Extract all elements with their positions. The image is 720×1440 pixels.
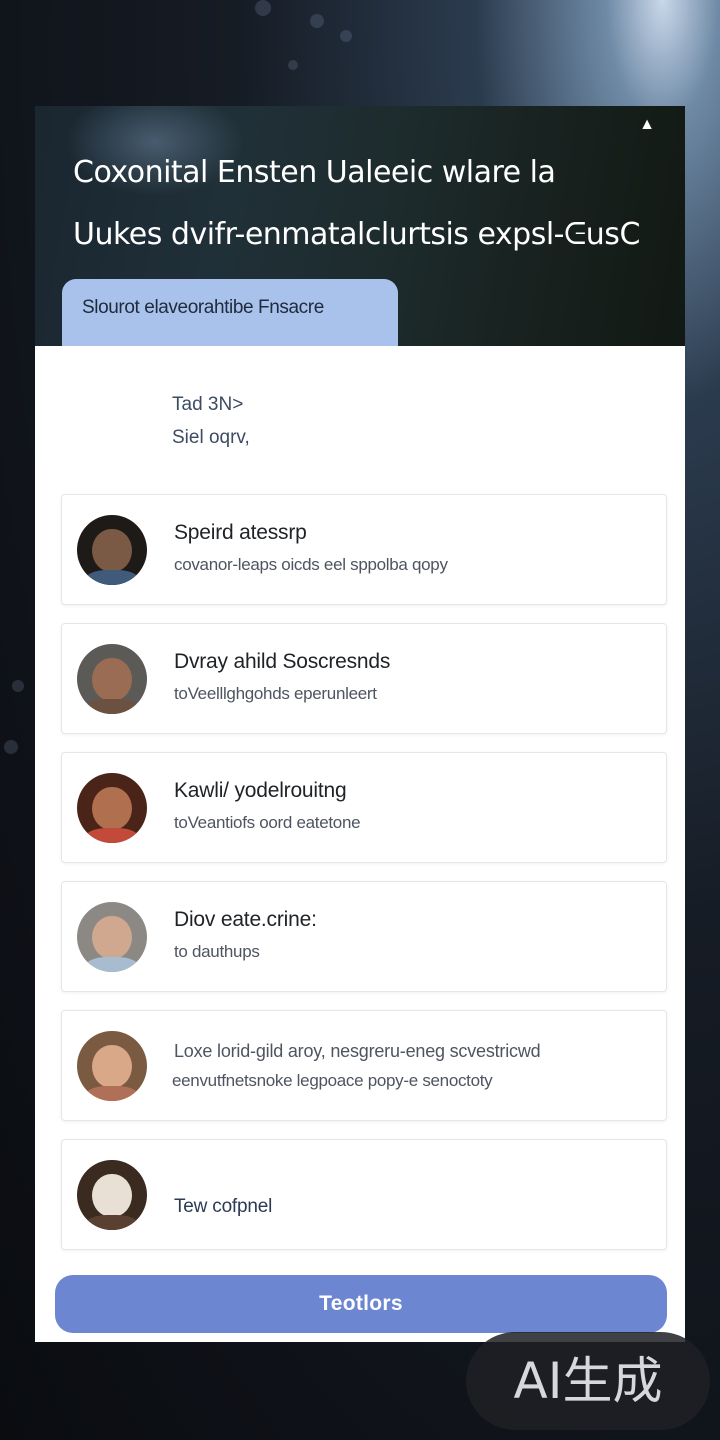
- hero-title: Coxonital Ensten Ualeeic wlare la Uukes …: [73, 142, 663, 266]
- hero-title-line2: Uukes dvifr-enmatalclurtsis expsl-ᕮusC: [73, 217, 640, 252]
- list-item[interactable]: Kawli/ yodelrouitng toVeantiofs oord eat…: [61, 752, 667, 863]
- list-item-subtitle: toVeelllghgohds eperunleert: [174, 684, 377, 703]
- background-bokeh: [340, 30, 352, 42]
- avatar-shirt: [84, 698, 140, 714]
- avatar: [77, 644, 147, 714]
- list-item-title: Speird atessrp: [174, 521, 307, 544]
- list-item-title: Dvray ahild Soscresnds: [174, 650, 391, 673]
- avatar-shirt: [84, 956, 140, 972]
- list-item[interactable]: Loxe lorid-gild aroy, nesgreru-eneg scve…: [61, 1010, 667, 1121]
- list-item-subtitle: toVeantiofs oord eatetone: [174, 813, 361, 832]
- triangle-up-icon[interactable]: ▲: [639, 116, 655, 134]
- avatar-face: [92, 529, 132, 573]
- avatar: [77, 773, 147, 843]
- list-item-title: Loxe lorid-gild aroy, nesgreru-eneg scve…: [174, 1041, 541, 1061]
- intro-line1: Tad 3N>: [172, 394, 244, 415]
- avatar-shirt: [84, 1085, 140, 1101]
- intro-text: Tad 3N> Siel oqrv,: [172, 388, 250, 454]
- list-item-title: Kawli/ yodelrouitng: [174, 779, 347, 802]
- list-item[interactable]: Dvray ahild Soscresnds toVeelllghgohds e…: [61, 623, 667, 734]
- primary-action-button[interactable]: Teotlors: [55, 1275, 667, 1333]
- background-bokeh: [255, 0, 271, 16]
- ai-generated-watermark: AI生成: [466, 1332, 710, 1430]
- list-item-title: Tew cofpnel: [174, 1196, 273, 1217]
- background-bokeh: [288, 60, 298, 70]
- avatar-face: [92, 916, 132, 960]
- avatar: [77, 1031, 147, 1101]
- avatar-shirt: [84, 569, 140, 585]
- intro-line2: Siel oqrv,: [172, 427, 250, 448]
- avatar-face: [92, 787, 132, 831]
- background-bokeh: [12, 680, 24, 692]
- list-item-subtitle: to dauthups: [174, 942, 260, 961]
- main-card: ▲ Coxonital Ensten Ualeeic wlare la Uuke…: [35, 106, 685, 1342]
- avatar-face: [92, 1045, 132, 1089]
- list-item[interactable]: Diov eate.crine: to dauthups: [61, 881, 667, 992]
- background-bokeh: [310, 14, 324, 28]
- avatar: [77, 515, 147, 585]
- list-item[interactable]: Speird atessrp covanor-leaps oicds eel s…: [61, 494, 667, 605]
- avatar: [77, 1160, 147, 1230]
- avatar: [77, 902, 147, 972]
- list-item-subtitle: eenvutfnetsnoke legpoace popy-e senoctot…: [172, 1071, 493, 1090]
- avatar-shirt: [84, 1214, 140, 1230]
- background-bokeh: [4, 740, 18, 754]
- hero-banner: ▲ Coxonital Ensten Ualeeic wlare la Uuke…: [35, 106, 685, 346]
- list-item-subtitle: covanor-leaps oicds eel sppolba qopy: [174, 555, 448, 574]
- hero-title-line1: Coxonital Ensten Ualeeic wlare la: [73, 155, 556, 190]
- avatar-shirt: [84, 827, 140, 843]
- avatar-face: [92, 658, 132, 702]
- tab-active[interactable]: Slourot elaveorahtibe Fnsacre: [62, 279, 398, 346]
- avatar-face: [92, 1174, 132, 1218]
- list-item-title: Diov eate.crine:: [174, 908, 317, 931]
- list-item[interactable]: Tew cofpnel: [61, 1139, 667, 1250]
